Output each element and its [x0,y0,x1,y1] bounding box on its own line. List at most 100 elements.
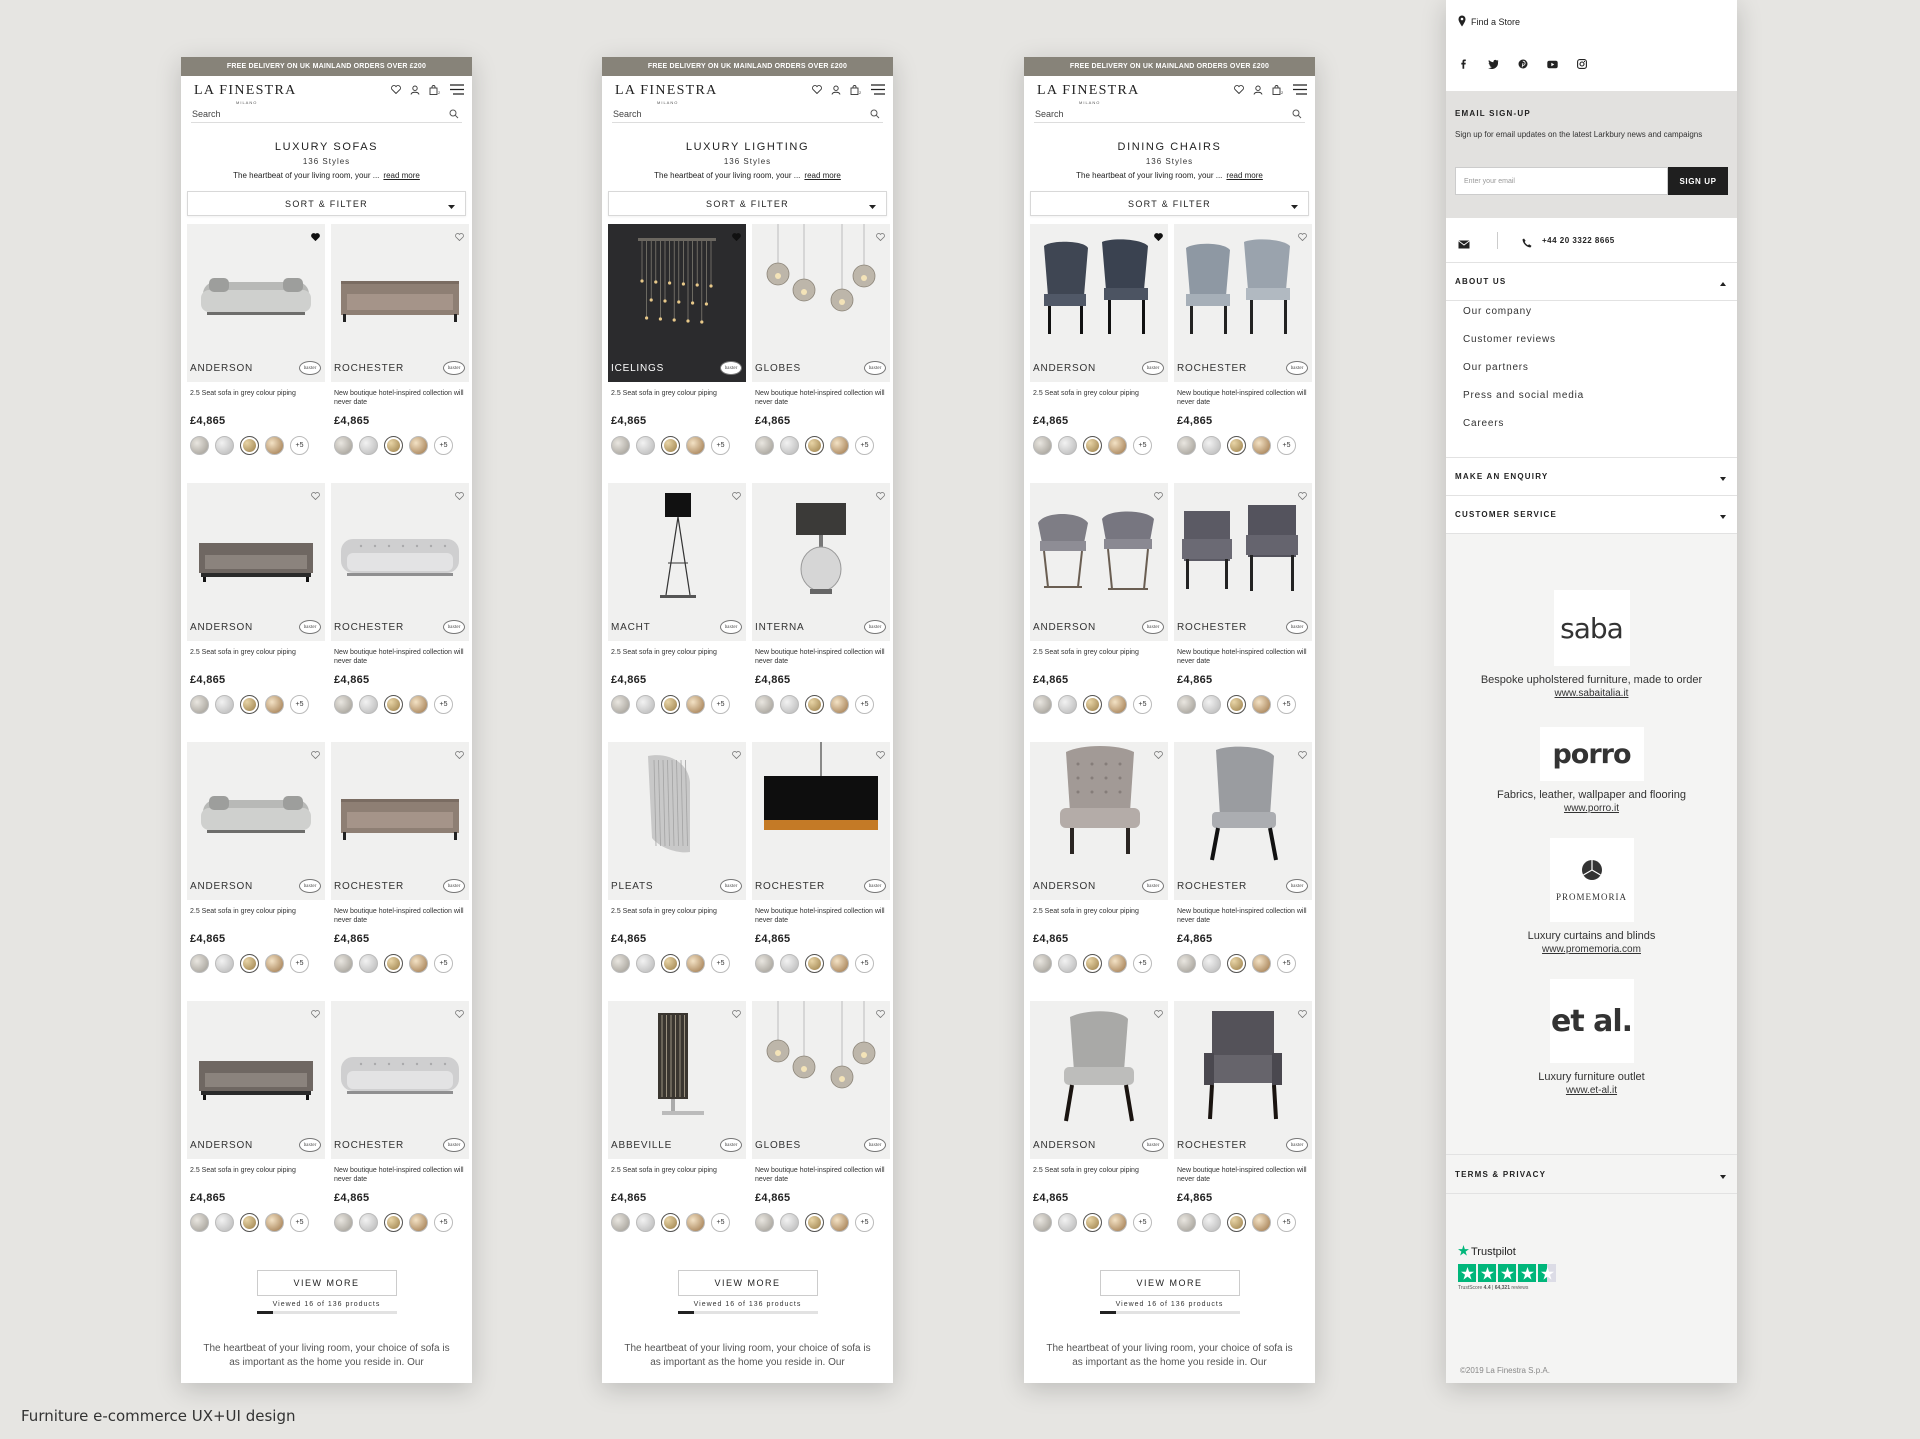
swatch-silver[interactable] [334,695,353,714]
brand-url-link[interactable]: www.promemoria.com [1446,944,1737,955]
favourite-heart-icon[interactable] [1154,228,1163,246]
swatch-silver[interactable] [334,1213,353,1232]
swatch-gold[interactable] [384,1213,403,1232]
product-image[interactable]: ANDERSON baxter [1030,483,1168,641]
product-card[interactable]: ANDERSON baxter 2.5 Seat sofa in grey co… [187,483,325,742]
more-swatches-button[interactable]: +5 [434,695,453,714]
customer-service-accordion[interactable]: CUSTOMER SERVICE [1446,496,1737,534]
more-swatches-button[interactable]: +5 [1133,1213,1152,1232]
menu-icon[interactable] [871,84,885,95]
instagram-icon[interactable] [1577,56,1587,74]
wishlist-icon[interactable] [812,85,822,94]
product-image[interactable]: ANDERSON baxter [1030,742,1168,900]
swatch-gold[interactable] [805,436,824,455]
account-icon[interactable] [831,85,841,95]
swatch-grey[interactable] [1202,954,1221,973]
swatch-silver[interactable] [755,695,774,714]
more-swatches-button[interactable]: +5 [1133,436,1152,455]
favourite-heart-icon[interactable] [455,746,464,764]
find-store-link[interactable]: Find a Store [1458,15,1520,29]
more-swatches-button[interactable]: +5 [1133,954,1152,973]
swatch-grey[interactable] [359,436,378,455]
swatch-bronze[interactable] [686,954,705,973]
swatch-silver[interactable] [334,954,353,973]
product-card[interactable]: ROCHESTER baxter New boutique hotel-insp… [752,742,890,1001]
swatch-gold[interactable] [1227,1213,1246,1232]
product-card[interactable]: ANDERSON baxter 2.5 Seat sofa in grey co… [1030,1001,1168,1260]
brand-logo[interactable]: LA FINESTRA [194,83,297,99]
swatch-bronze[interactable] [265,954,284,973]
swatch-gold[interactable] [1083,1213,1102,1232]
swatch-bronze[interactable] [1108,436,1127,455]
more-swatches-button[interactable]: +5 [1277,436,1296,455]
swatch-grey[interactable] [780,1213,799,1232]
sign-up-button[interactable]: SIGN UP [1668,167,1728,195]
read-more-link[interactable]: read more [383,171,419,180]
swatch-grey[interactable] [636,436,655,455]
more-swatches-button[interactable]: +5 [434,1213,453,1232]
brand-url-link[interactable]: www.et-al.it [1446,1085,1737,1096]
more-swatches-button[interactable]: +5 [434,436,453,455]
swatch-silver[interactable] [1033,1213,1052,1232]
swatch-bronze[interactable] [686,1213,705,1232]
youtube-icon[interactable] [1547,56,1558,74]
product-image[interactable]: ANDERSON baxter [187,224,325,382]
swatch-grey[interactable] [636,954,655,973]
favourite-heart-icon[interactable] [1154,1005,1163,1023]
product-image[interactable]: ROCHESTER baxter [1174,483,1312,641]
wishlist-icon[interactable] [1234,85,1244,94]
favourite-heart-icon[interactable] [876,1005,885,1023]
porro-logo[interactable]: porro [1539,727,1644,781]
product-card[interactable]: ROCHESTER baxter New boutique hotel-insp… [331,224,469,483]
swatch-grey[interactable] [359,954,378,973]
favourite-heart-icon[interactable] [311,1005,320,1023]
favourite-heart-icon[interactable] [1298,228,1307,246]
product-image[interactable]: ANDERSON baxter [187,742,325,900]
swatch-gold[interactable] [384,954,403,973]
facebook-icon[interactable] [1459,56,1469,74]
favourite-heart-icon[interactable] [1298,487,1307,505]
swatch-silver[interactable] [755,954,774,973]
product-card[interactable]: PLEATS baxter 2.5 Seat sofa in grey colo… [608,742,746,1001]
swatch-gold[interactable] [240,954,259,973]
more-swatches-button[interactable]: +5 [855,954,874,973]
swatch-silver[interactable] [1177,954,1196,973]
swatch-grey[interactable] [780,436,799,455]
swatch-gold[interactable] [1083,436,1102,455]
brand-url-link[interactable]: www.porro.it [1446,803,1737,814]
product-image[interactable]: ROCHESTER baxter [331,1001,469,1159]
pinterest-icon[interactable] [1518,56,1528,74]
product-card[interactable]: INTERNA baxter New boutique hotel-inspir… [752,483,890,742]
favourite-heart-icon[interactable] [732,228,741,246]
swatch-silver[interactable] [334,436,353,455]
swatch-silver[interactable] [755,1213,774,1232]
swatch-grey[interactable] [1058,695,1077,714]
more-swatches-button[interactable]: +5 [290,954,309,973]
product-image[interactable]: ROCHESTER baxter [331,742,469,900]
swatch-bronze[interactable] [1108,695,1127,714]
favourite-heart-icon[interactable] [1298,1005,1307,1023]
swatch-grey[interactable] [780,954,799,973]
product-card[interactable]: ANDERSON baxter 2.5 Seat sofa in grey co… [1030,483,1168,742]
product-image[interactable]: ICELINGS baxter [608,224,746,382]
swatch-bronze[interactable] [686,436,705,455]
sort-filter-button[interactable]: SORT & FILTER [1030,191,1309,216]
more-swatches-button[interactable]: +5 [855,436,874,455]
more-swatches-button[interactable]: +5 [1277,695,1296,714]
swatch-grey[interactable] [359,1213,378,1232]
swatch-bronze[interactable] [830,436,849,455]
product-image[interactable]: ROCHESTER baxter [752,742,890,900]
swatch-bronze[interactable] [1252,1213,1271,1232]
product-image[interactable]: ROCHESTER baxter [1174,742,1312,900]
mail-icon[interactable] [1458,236,1470,254]
swatch-silver[interactable] [611,695,630,714]
more-swatches-button[interactable]: +5 [855,695,874,714]
swatch-grey[interactable] [636,1213,655,1232]
favourite-heart-icon[interactable] [732,746,741,764]
more-swatches-button[interactable]: +5 [711,1213,730,1232]
swatch-gold[interactable] [1083,695,1102,714]
favourite-heart-icon[interactable] [455,228,464,246]
product-image[interactable]: ROCHESTER baxter [331,224,469,382]
product-image[interactable]: ROCHESTER baxter [331,483,469,641]
swatch-grey[interactable] [1058,436,1077,455]
